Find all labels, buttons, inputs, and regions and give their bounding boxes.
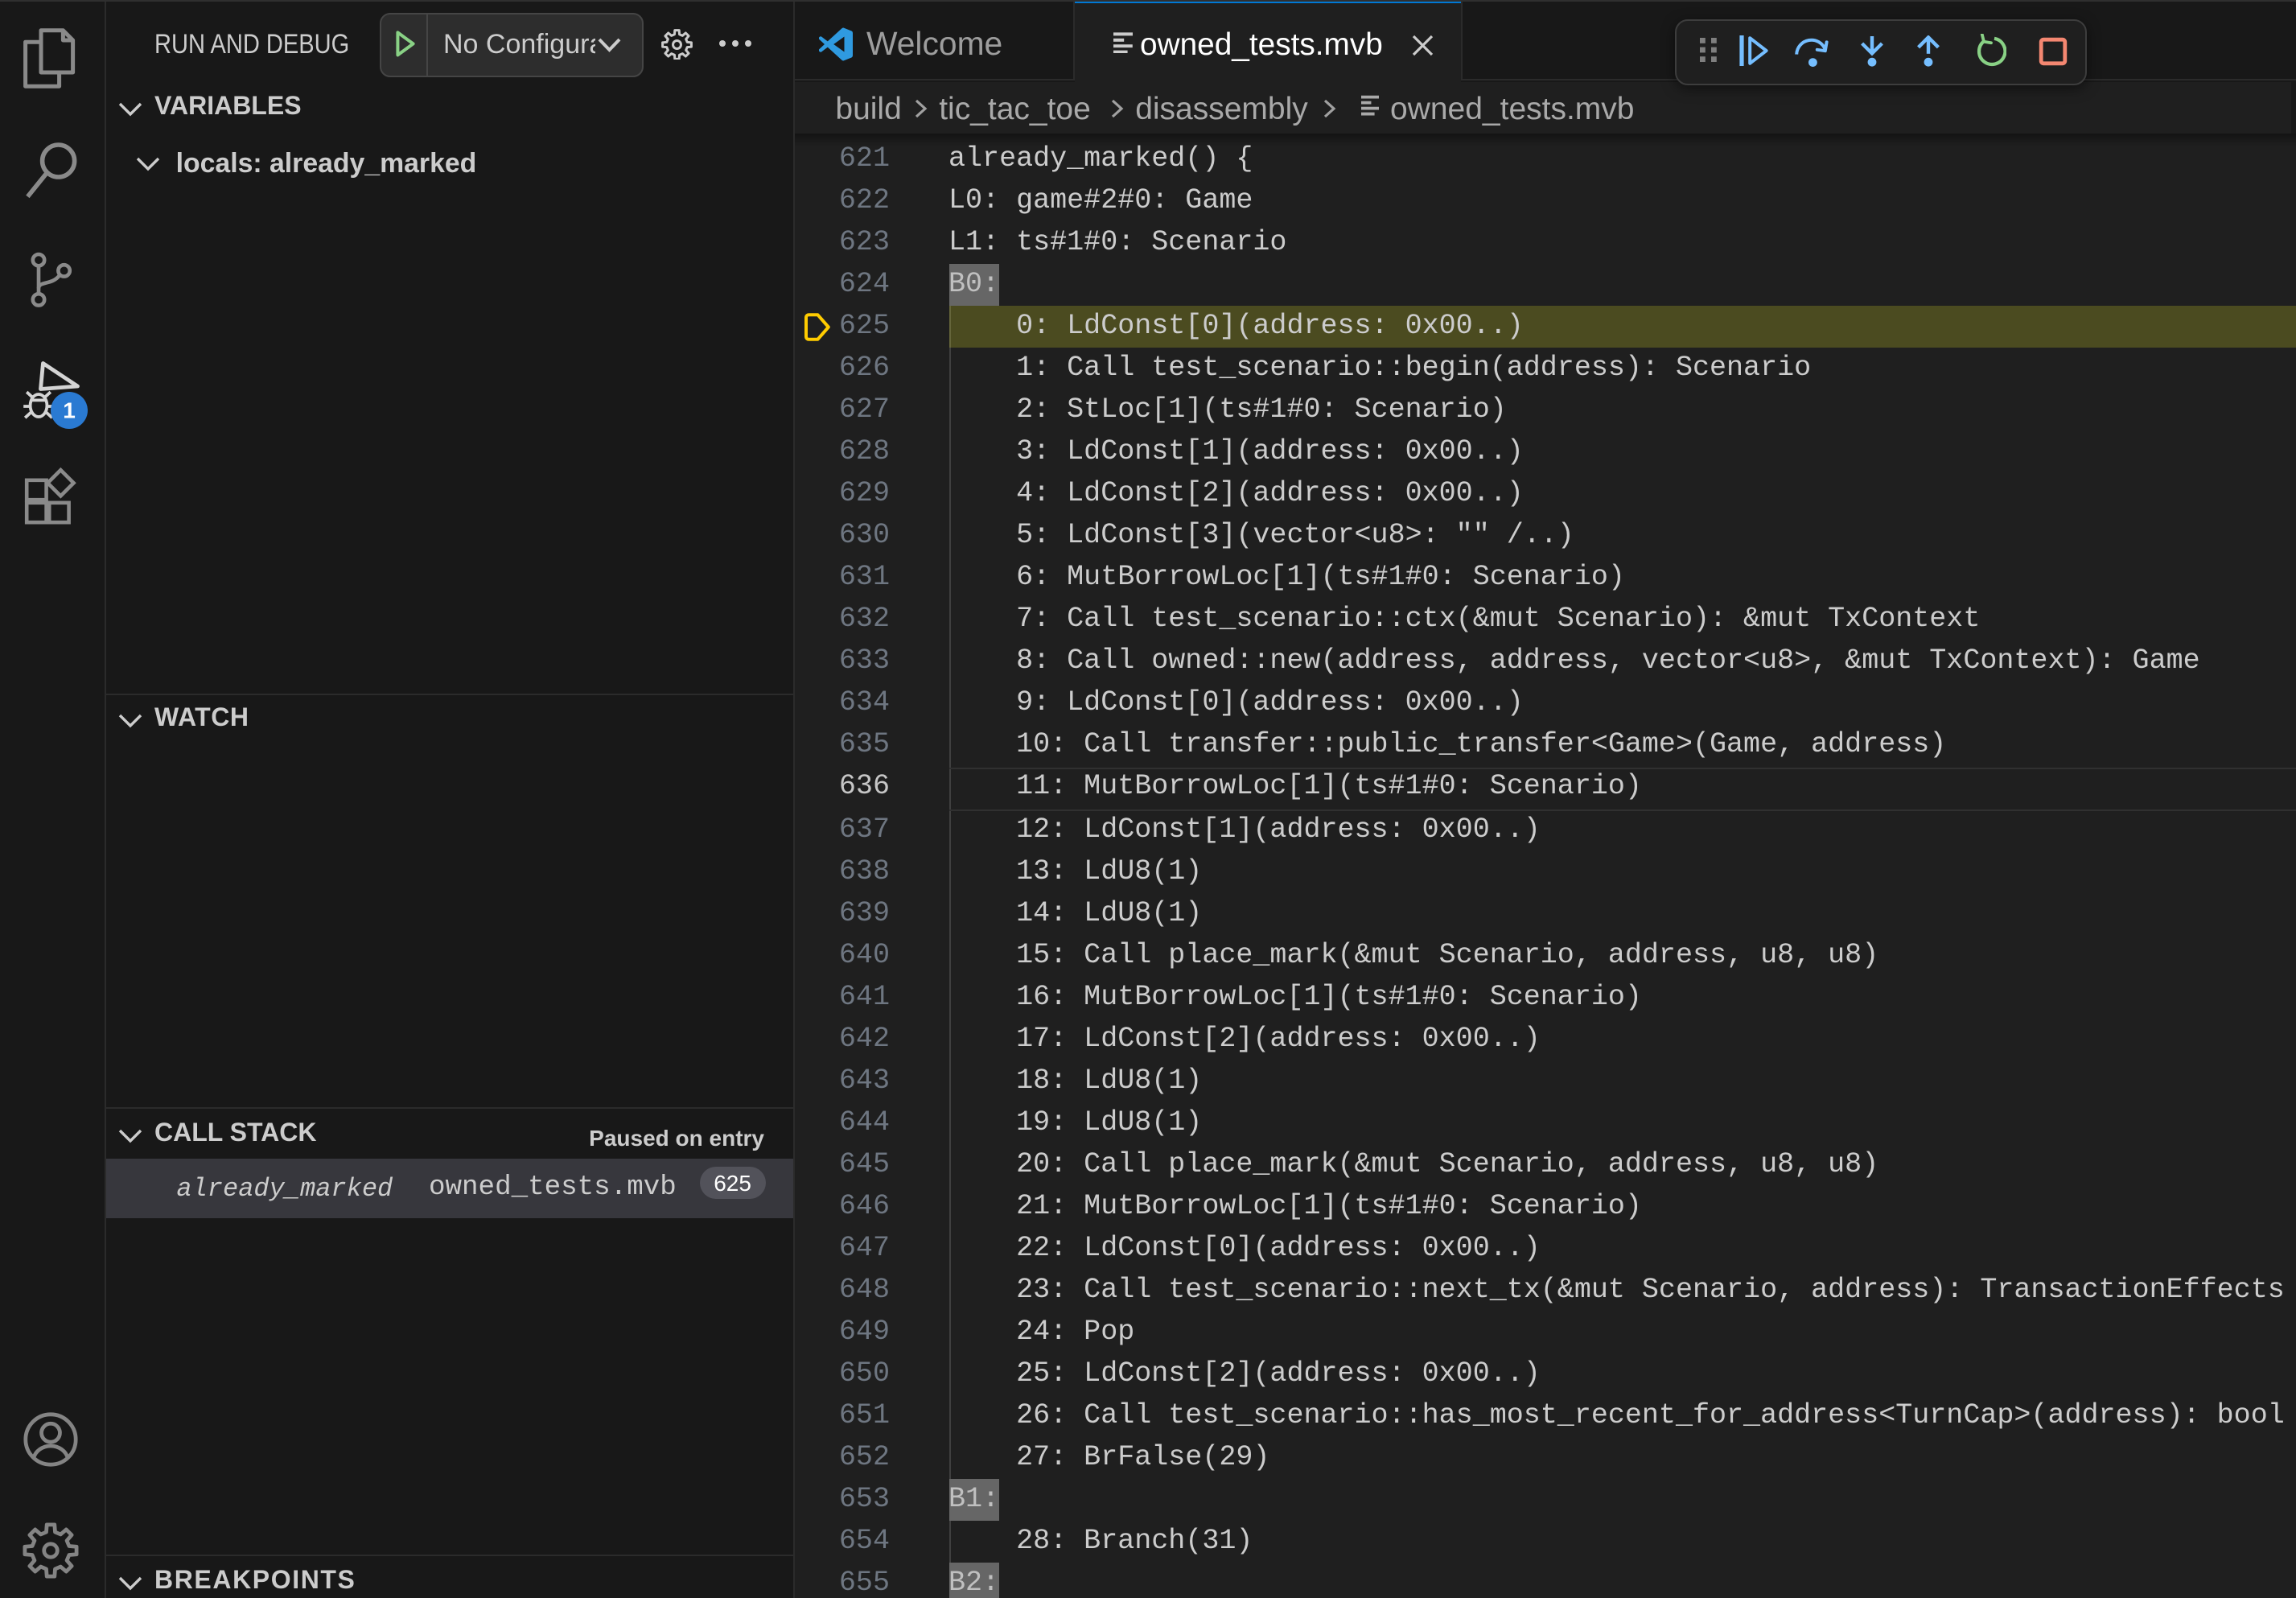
svg-text:1: 1 (63, 398, 76, 423)
